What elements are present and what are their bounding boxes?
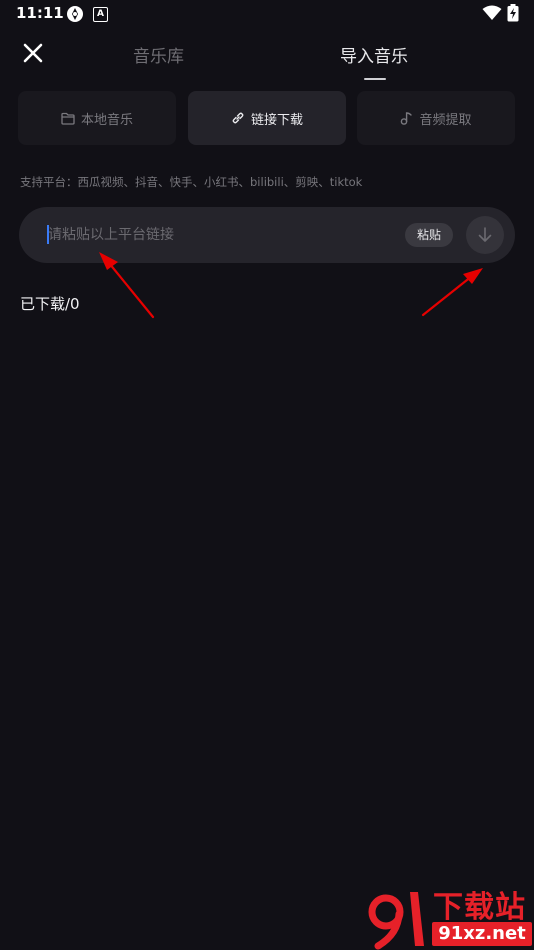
link-download-button[interactable]: 链接下载: [188, 91, 346, 145]
audio-extract-button[interactable]: 音频提取: [357, 91, 515, 145]
download-button[interactable]: [466, 216, 504, 254]
download-arrow-icon: [478, 227, 492, 242]
link-download-label: 链接下载: [250, 112, 303, 128]
local-music-button[interactable]: 本地音乐: [18, 91, 176, 145]
supported-platforms-text: 支持平台：西瓜视频、抖音、快手、小红书、bilibili、剪映、tiktok: [20, 175, 363, 189]
active-tab-indicator: [364, 78, 386, 80]
tab-music-library[interactable]: 音乐库: [133, 42, 184, 67]
watermark-logo: [368, 892, 424, 950]
app-notification-icon: [67, 6, 83, 22]
downloaded-count: 已下载/0: [20, 295, 80, 313]
text-caret: [47, 225, 49, 244]
watermark-title: 下载站: [433, 890, 526, 925]
music-note-icon: [401, 112, 413, 125]
audio-extract-label: 音频提取: [419, 112, 472, 128]
annotation-arrow-download: [421, 268, 483, 317]
watermark-url: 91xz.net: [432, 922, 532, 946]
local-music-label: 本地音乐: [80, 112, 133, 128]
status-time: 11:11: [16, 4, 64, 22]
battery-charging-icon: [507, 4, 519, 22]
a-notification-icon: A: [93, 7, 108, 22]
wifi-icon: [482, 5, 502, 20]
tab-import-music[interactable]: 导入音乐: [340, 42, 408, 67]
paste-button[interactable]: 粘贴: [405, 223, 453, 247]
link-icon: [232, 112, 244, 124]
close-icon[interactable]: [20, 40, 46, 66]
link-input[interactable]: [48, 222, 388, 248]
folder-icon: [61, 112, 75, 125]
